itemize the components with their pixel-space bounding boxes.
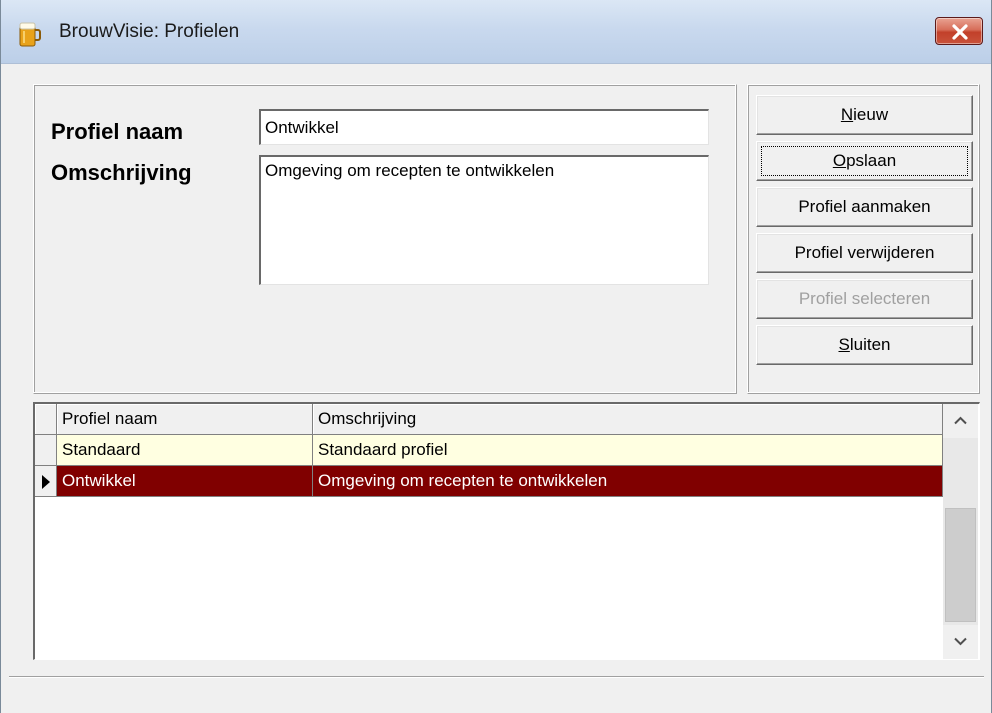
client-area: Profiel naam Omschrijving Omgeving om re… xyxy=(9,64,984,713)
nieuw-accel: N xyxy=(840,105,854,124)
table-row-selected[interactable]: Ontwikkel Omgeving om recepten te ontwik… xyxy=(35,466,943,497)
grid-header: Profiel naam Omschrijving xyxy=(35,404,943,435)
grid-body: Profiel naam Omschrijving Standaard Stan… xyxy=(35,404,943,659)
nieuw-button[interactable]: Nieuw xyxy=(756,95,973,135)
row-indicator-cell[interactable] xyxy=(35,435,57,466)
profielen-window: BrouwVisie: Profielen Profiel naam Omsch… xyxy=(0,0,992,713)
sluiten-button[interactable]: Sluiten xyxy=(756,325,973,365)
profielen-grid[interactable]: Profiel naam Omschrijving Standaard Stan… xyxy=(33,402,980,660)
opslaan-label: pslaan xyxy=(846,151,897,170)
profile-details-panel: Profiel naam Omschrijving Omgeving om re… xyxy=(33,84,737,394)
omschrijving-label: Omschrijving xyxy=(51,160,192,185)
profiel-naam-field[interactable] xyxy=(259,109,709,145)
button-panel: Nieuw Opslaan Profiel aanmaken Profiel v… xyxy=(747,84,980,394)
omschrijving-field[interactable]: Omgeving om recepten te ontwikkelen xyxy=(259,155,709,285)
status-bar xyxy=(9,676,984,713)
cell-profiel-naam[interactable]: Standaard xyxy=(57,435,313,466)
row-indicator-cell[interactable] xyxy=(35,466,57,497)
cell-omschrijving[interactable]: Omgeving om recepten te ontwikkelen xyxy=(313,466,943,497)
triangle-right-icon xyxy=(42,475,50,489)
scroll-down-button[interactable] xyxy=(943,625,978,659)
beer-glass-icon xyxy=(17,20,41,48)
close-button[interactable] xyxy=(935,17,983,45)
header-indicator-cell xyxy=(35,404,57,435)
window-title: BrouwVisie: Profielen xyxy=(59,21,240,42)
chevron-down-icon xyxy=(954,637,967,646)
close-icon xyxy=(952,24,968,40)
vertical-scrollbar[interactable] xyxy=(943,404,978,659)
profiel-aanmaken-button[interactable]: Profiel aanmaken xyxy=(756,187,973,227)
table-row[interactable]: Standaard Standaard profiel xyxy=(35,435,943,466)
profiel-verwijderen-button[interactable]: Profiel verwijderen xyxy=(756,233,973,273)
column-header-omschrijving[interactable]: Omschrijving xyxy=(313,404,943,435)
column-header-profiel-naam[interactable]: Profiel naam xyxy=(57,404,313,435)
title-bar[interactable]: BrouwVisie: Profielen xyxy=(1,0,991,64)
profiel-naam-label: Profiel naam xyxy=(51,119,184,144)
scroll-up-button[interactable] xyxy=(943,404,978,438)
chevron-up-icon xyxy=(954,416,967,425)
cell-profiel-naam[interactable]: Ontwikkel xyxy=(57,466,313,497)
sluiten-label: luiten xyxy=(849,335,891,354)
profiel-selecteren-button: Profiel selecteren xyxy=(756,279,973,319)
cell-omschrijving[interactable]: Standaard profiel xyxy=(313,435,943,466)
nieuw-label: ieuw xyxy=(853,105,889,124)
opslaan-button[interactable]: Opslaan xyxy=(756,141,973,181)
sluiten-accel: S xyxy=(838,335,850,354)
opslaan-accel: O xyxy=(832,151,847,170)
scroll-thumb[interactable] xyxy=(945,508,976,622)
